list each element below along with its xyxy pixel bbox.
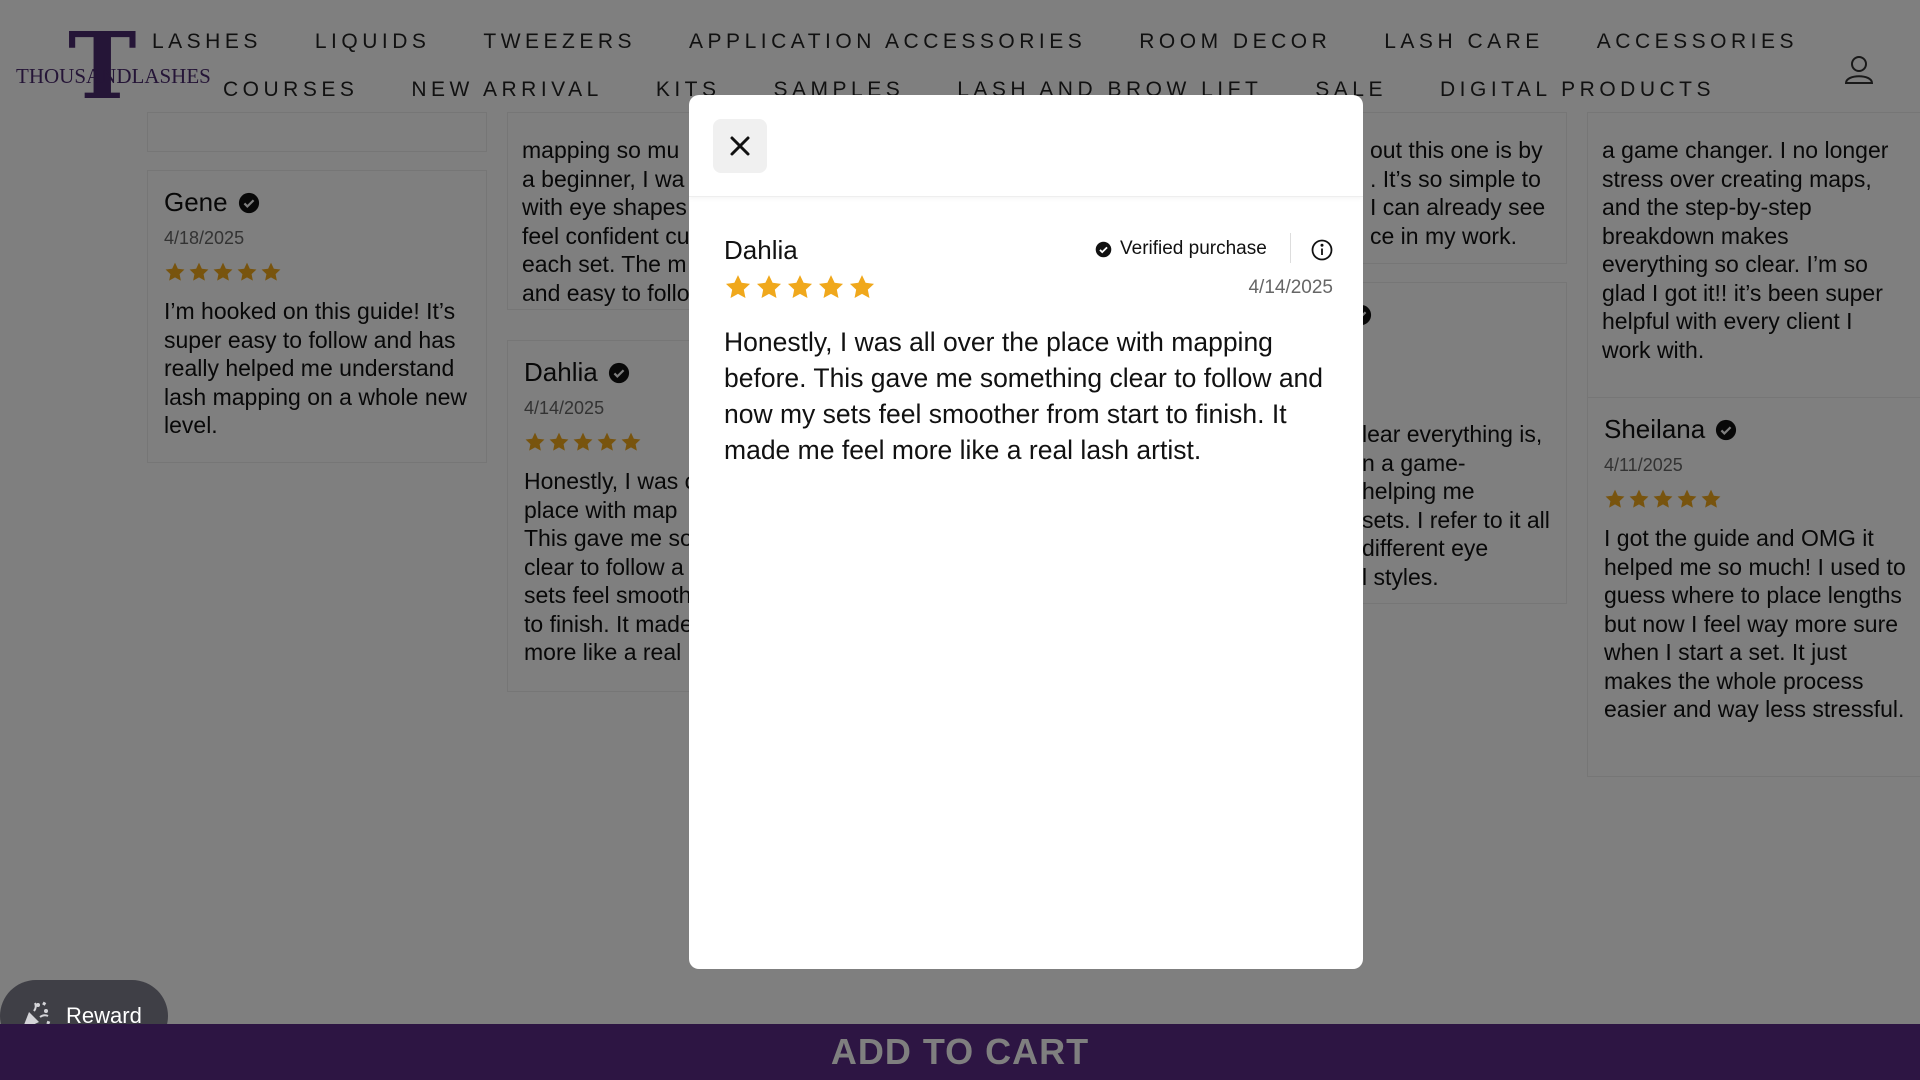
star-icon [756, 275, 782, 298]
star-icon [818, 275, 844, 298]
review-author: Dahlia [724, 235, 798, 265]
close-button[interactable] [713, 119, 767, 173]
modal-header [689, 95, 1363, 197]
close-icon [730, 136, 750, 156]
review-modal: Dahlia Verified purchase 4/14/2025 Hones… [689, 95, 1363, 969]
star-icon [849, 275, 875, 298]
divider [1290, 233, 1291, 263]
verified-label: Verified purchase [1120, 238, 1267, 259]
star-rating [724, 273, 876, 301]
review-date: 4/14/2025 [1248, 277, 1333, 298]
info-icon[interactable] [1311, 239, 1333, 261]
verified-purchase-badge: Verified purchase [1095, 238, 1267, 260]
review-body: Honestly, I was all over the place with … [724, 327, 1324, 465]
add-to-cart-button[interactable]: ADD TO CART [0, 1024, 1920, 1080]
add-to-cart-label: ADD TO CART [830, 1031, 1090, 1072]
star-icon [787, 275, 813, 298]
star-icon [725, 275, 751, 298]
verified-check-icon [1095, 241, 1112, 257]
